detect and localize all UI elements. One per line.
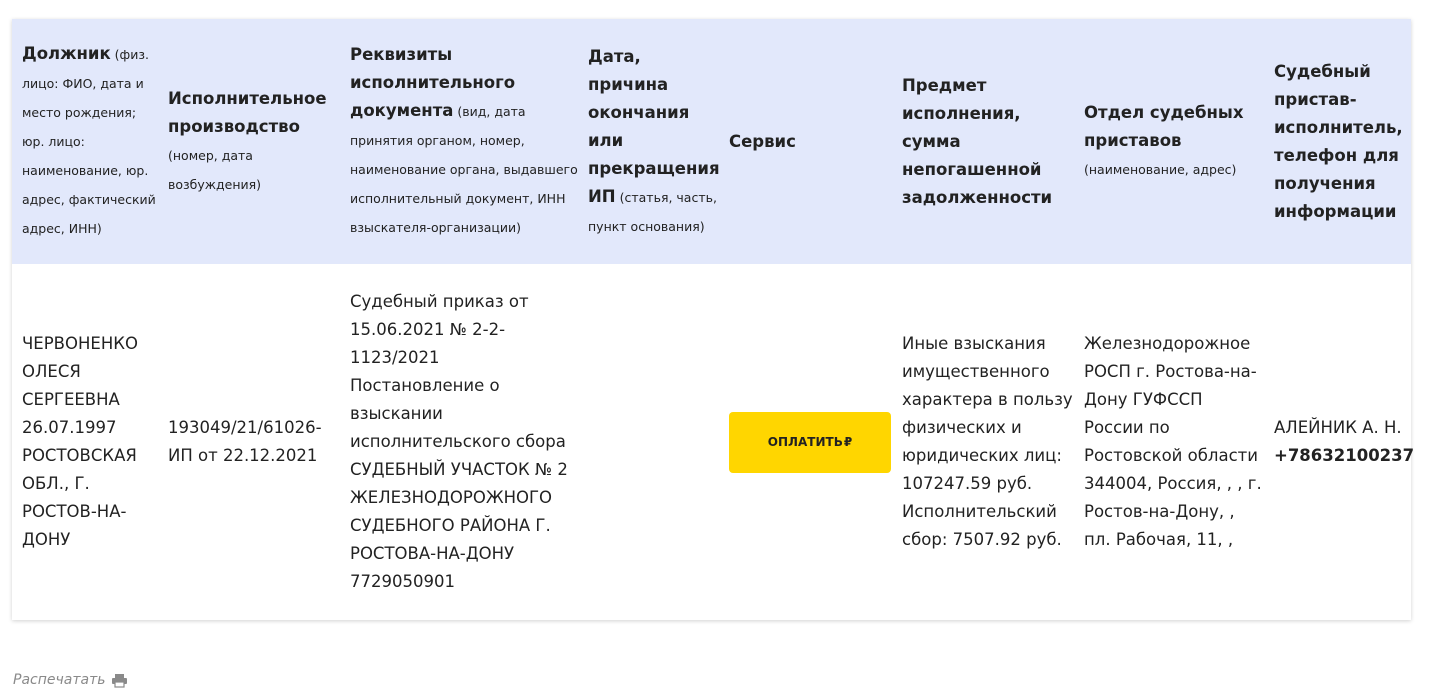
cell-document: Судебный приказ от 15.06.2021 № 2-2-1123… <box>350 292 568 591</box>
header-document: Реквизиты исполнительного документа (вид… <box>350 45 578 235</box>
cell-department: Железнодорожное РОСП г. Ростова-на-Дону … <box>1084 334 1262 549</box>
cell-subject: Иные взыскания имущественного характера … <box>902 334 1073 549</box>
header-bailiff: Судебный пристав-исполнитель, телефон дл… <box>1274 61 1403 221</box>
printer-icon <box>111 673 128 688</box>
cell-service: ОПЛАТИТЬ ₽ <box>719 264 892 620</box>
cell-proceeding: 193049/21/61026-ИП от 22.12.2021 <box>168 418 322 465</box>
header-proceeding: Исполнительное производство (номер, дата … <box>168 88 327 192</box>
print-label: Распечатать <box>13 672 106 688</box>
header-service: Сервис <box>729 131 796 151</box>
results-table: Должник (физ. лицо: ФИО, дата и место ро… <box>12 19 1415 620</box>
bailiff-phone: +78632100237 <box>1274 446 1415 465</box>
cell-debtor: ЧЕРВОНЕНКО ОЛЕСЯ СЕРГЕЕВНА 26.07.1997 РО… <box>22 334 138 549</box>
pay-button-label: ОПЛАТИТЬ <box>767 435 843 449</box>
pay-button[interactable]: ОПЛАТИТЬ ₽ <box>729 411 891 473</box>
cell-end-date <box>578 264 719 620</box>
ruble-icon: ₽ <box>843 435 853 449</box>
cell-bailiff: АЛЕЙНИК А. Н. +78632100237 <box>1274 418 1415 465</box>
table-row: ЧЕРВОНЕНКО ОЛЕСЯ СЕРГЕЕВНА 26.07.1997 РО… <box>12 264 1415 620</box>
header-department: Отдел судебных приставов (наименование, а… <box>1084 103 1244 177</box>
print-link[interactable]: Распечатать <box>13 672 128 688</box>
header-debtor: Должник (физ. лицо: ФИО, дата и место ро… <box>22 44 156 236</box>
table-header-row: Должник (физ. лицо: ФИО, дата и место ро… <box>12 19 1411 264</box>
header-subject: Предмет исполнения, сумма непогашенной з… <box>902 75 1053 207</box>
results-table-card: Должник (физ. лицо: ФИО, дата и место ро… <box>12 19 1415 620</box>
header-end-date: Дата, причина окончания или прекращения … <box>588 46 720 234</box>
